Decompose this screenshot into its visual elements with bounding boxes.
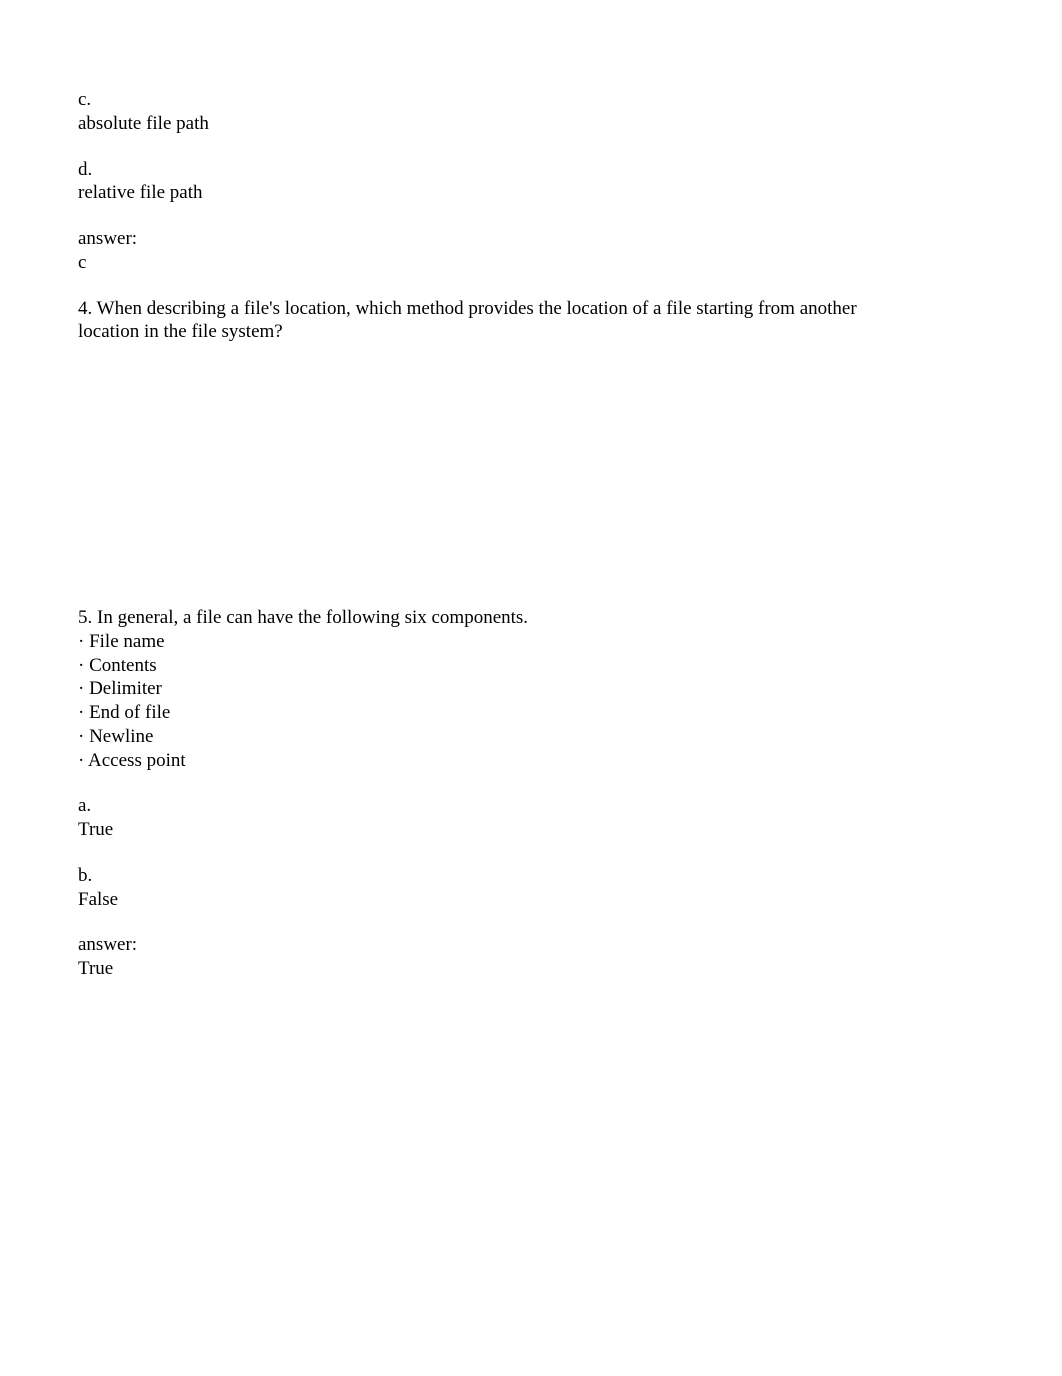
option-c-text: absolute file path	[78, 112, 984, 136]
option-d-text: relative file path	[78, 181, 984, 205]
bullet-access-point: · Access point	[78, 749, 984, 773]
question-4-line-1: 4. When describing a file's location, wh…	[78, 297, 984, 321]
option-d-block: d. relative file path	[78, 158, 984, 206]
answer-block-2: answer: True	[78, 933, 984, 981]
option-a-block: a. True	[78, 794, 984, 842]
question-5-block: 5. In general, a file can have the follo…	[78, 606, 984, 772]
option-b-text: False	[78, 888, 984, 912]
bullet-contents: · Contents	[78, 654, 984, 678]
option-c-block: c. absolute file path	[78, 88, 984, 136]
answer-value-1: c	[78, 251, 984, 275]
option-d-letter: d.	[78, 158, 984, 182]
option-c-letter: c.	[78, 88, 984, 112]
question-4-block: 4. When describing a file's location, wh…	[78, 297, 984, 345]
bullet-file-name: · File name	[78, 630, 984, 654]
spacer-1	[78, 772, 984, 794]
bullet-end-of-file: · End of file	[78, 701, 984, 725]
option-a-text: True	[78, 818, 984, 842]
question-4-line-2: location in the file system?	[78, 320, 984, 344]
question-5-intro: 5. In general, a file can have the follo…	[78, 606, 984, 630]
option-b-letter: b.	[78, 864, 984, 888]
answer-block-1: answer: c	[78, 227, 984, 275]
answer-label-2: answer:	[78, 933, 984, 957]
answer-value-2: True	[78, 957, 984, 981]
option-a-letter: a.	[78, 794, 984, 818]
answer-label-1: answer:	[78, 227, 984, 251]
bullet-delimiter: · Delimiter	[78, 677, 984, 701]
spacer-large	[78, 366, 984, 606]
option-b-block: b. False	[78, 864, 984, 912]
bullet-newline: · Newline	[78, 725, 984, 749]
